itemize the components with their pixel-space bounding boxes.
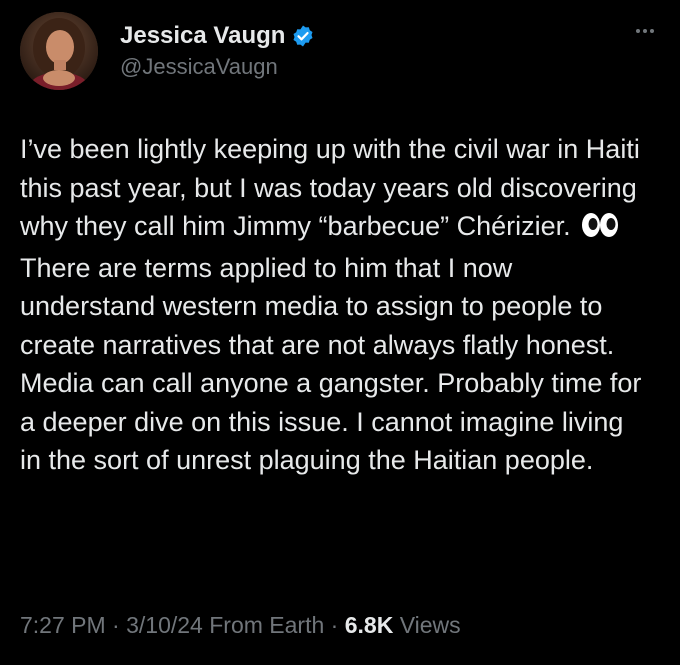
tweet-location: From Earth: [209, 612, 325, 638]
tweet-header: Jessica Vaugn @JessicaVaugn: [20, 12, 660, 92]
eyes-icon: [580, 210, 620, 249]
views-count[interactable]: 6.8K: [345, 612, 394, 638]
more-options-icon[interactable]: [636, 20, 660, 33]
tweet-text: I’ve been lightly keeping up with the ci…: [20, 130, 650, 480]
avatar[interactable]: [20, 12, 98, 90]
handle[interactable]: @JessicaVaugn: [120, 54, 315, 80]
tweet-meta: 7:27 PM · 3/10/24 From Earth · 6.8K View…: [20, 612, 461, 639]
meta-separator: ·: [324, 612, 345, 638]
verified-badge-icon: [291, 24, 315, 48]
views-label: Views: [399, 612, 461, 638]
meta-separator: ·: [105, 612, 127, 638]
tweet-paragraph-2: There are terms applied to him that I no…: [20, 252, 642, 476]
tweet-paragraph-1: I’ve been lightly keeping up with the ci…: [20, 134, 640, 241]
tweet-date[interactable]: 3/10/24: [126, 612, 203, 638]
display-name[interactable]: Jessica Vaugn: [120, 22, 285, 50]
tweet-time[interactable]: 7:27 PM: [20, 612, 106, 638]
